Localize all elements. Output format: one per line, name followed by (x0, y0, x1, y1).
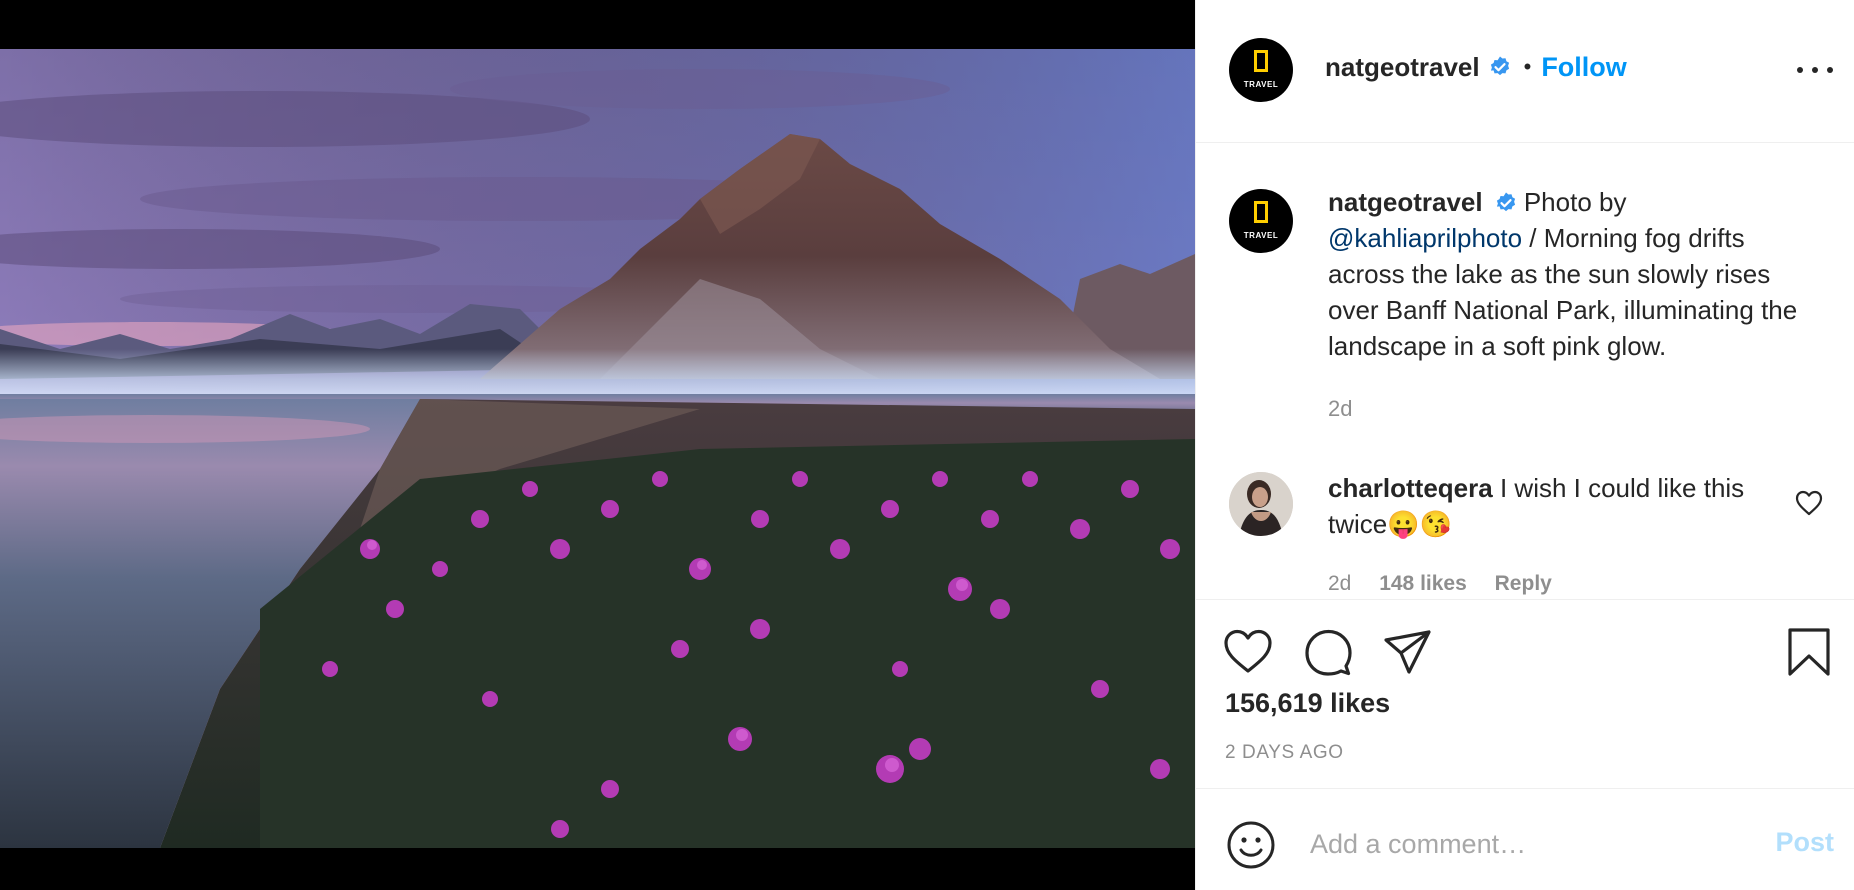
verified-badge-icon (1496, 192, 1515, 212)
comment-input[interactable] (1310, 821, 1750, 867)
post-header: TRAVEL natgeotravel • Follow (1196, 0, 1854, 143)
caption-username[interactable]: natgeotravel (1328, 187, 1483, 217)
post-likes-count[interactable]: 156,619 likes (1225, 688, 1390, 719)
more-dot (1797, 67, 1803, 73)
avatar-brand-text: TRAVEL (1243, 80, 1279, 89)
header-username[interactable]: natgeotravel (1325, 52, 1480, 83)
avatar-brand-text: TRAVEL (1243, 231, 1279, 240)
post-photo[interactable] (0, 49, 1195, 848)
commenter-username[interactable]: charlotteqera (1328, 473, 1493, 503)
post-side-panel: TRAVEL natgeotravel • Follow TRAVEL natg… (1195, 0, 1854, 890)
header-user-row: natgeotravel • Follow (1325, 52, 1627, 82)
comment-reply-button[interactable]: Reply (1495, 572, 1552, 595)
caption-mention-link[interactable]: @kahliaprilphoto (1328, 223, 1522, 253)
comment-meta: 2d 148 likes Reply (1328, 572, 1574, 596)
commenter-avatar[interactable] (1229, 472, 1293, 536)
media-panel (0, 0, 1195, 890)
verified-badge-icon (1490, 56, 1509, 76)
bookmark-icon[interactable] (1783, 626, 1835, 678)
landscape-image (0, 49, 1195, 848)
paper-plane-icon[interactable] (1382, 626, 1434, 678)
natgeo-frame-logo (1254, 50, 1268, 72)
emoji-smiley-icon[interactable] (1226, 820, 1276, 870)
more-options-icon[interactable] (1797, 60, 1833, 80)
more-dot (1827, 67, 1833, 73)
post-comment-button[interactable]: Post (1775, 827, 1834, 858)
post-caption: natgeotravel Photo by @kahliaprilphoto /… (1328, 184, 1818, 364)
account-avatar[interactable]: TRAVEL (1229, 38, 1293, 102)
comment-age[interactable]: 2d (1328, 572, 1351, 595)
caption-lead: Photo by (1523, 187, 1627, 217)
add-comment-bar: Post (1196, 788, 1854, 890)
comment-body: charlotteqera I wish I could like this t… (1328, 470, 1758, 542)
comment-likes[interactable]: 148 likes (1379, 572, 1467, 595)
caption-avatar[interactable]: TRAVEL (1229, 189, 1293, 253)
follow-button[interactable]: Follow (1541, 52, 1626, 83)
more-dot (1812, 67, 1818, 73)
header-separator: • (1523, 54, 1532, 79)
post-timestamp[interactable]: 2 DAYS AGO (1225, 742, 1344, 764)
heart-icon[interactable] (1222, 626, 1274, 678)
caption-age[interactable]: 2d (1328, 396, 1352, 422)
comment-heart-icon[interactable] (1795, 490, 1823, 516)
instagram-post-view: TRAVEL natgeotravel • Follow TRAVEL natg… (0, 0, 1854, 890)
comments-list[interactable]: TRAVEL natgeotravel Photo by @kahliapril… (1196, 144, 1854, 599)
post-actions: 156,619 likes 2 DAYS AGO (1196, 599, 1854, 789)
comment-bubble-icon[interactable] (1302, 626, 1354, 678)
natgeo-frame-logo (1254, 201, 1268, 223)
commenter-photo (1229, 472, 1293, 536)
